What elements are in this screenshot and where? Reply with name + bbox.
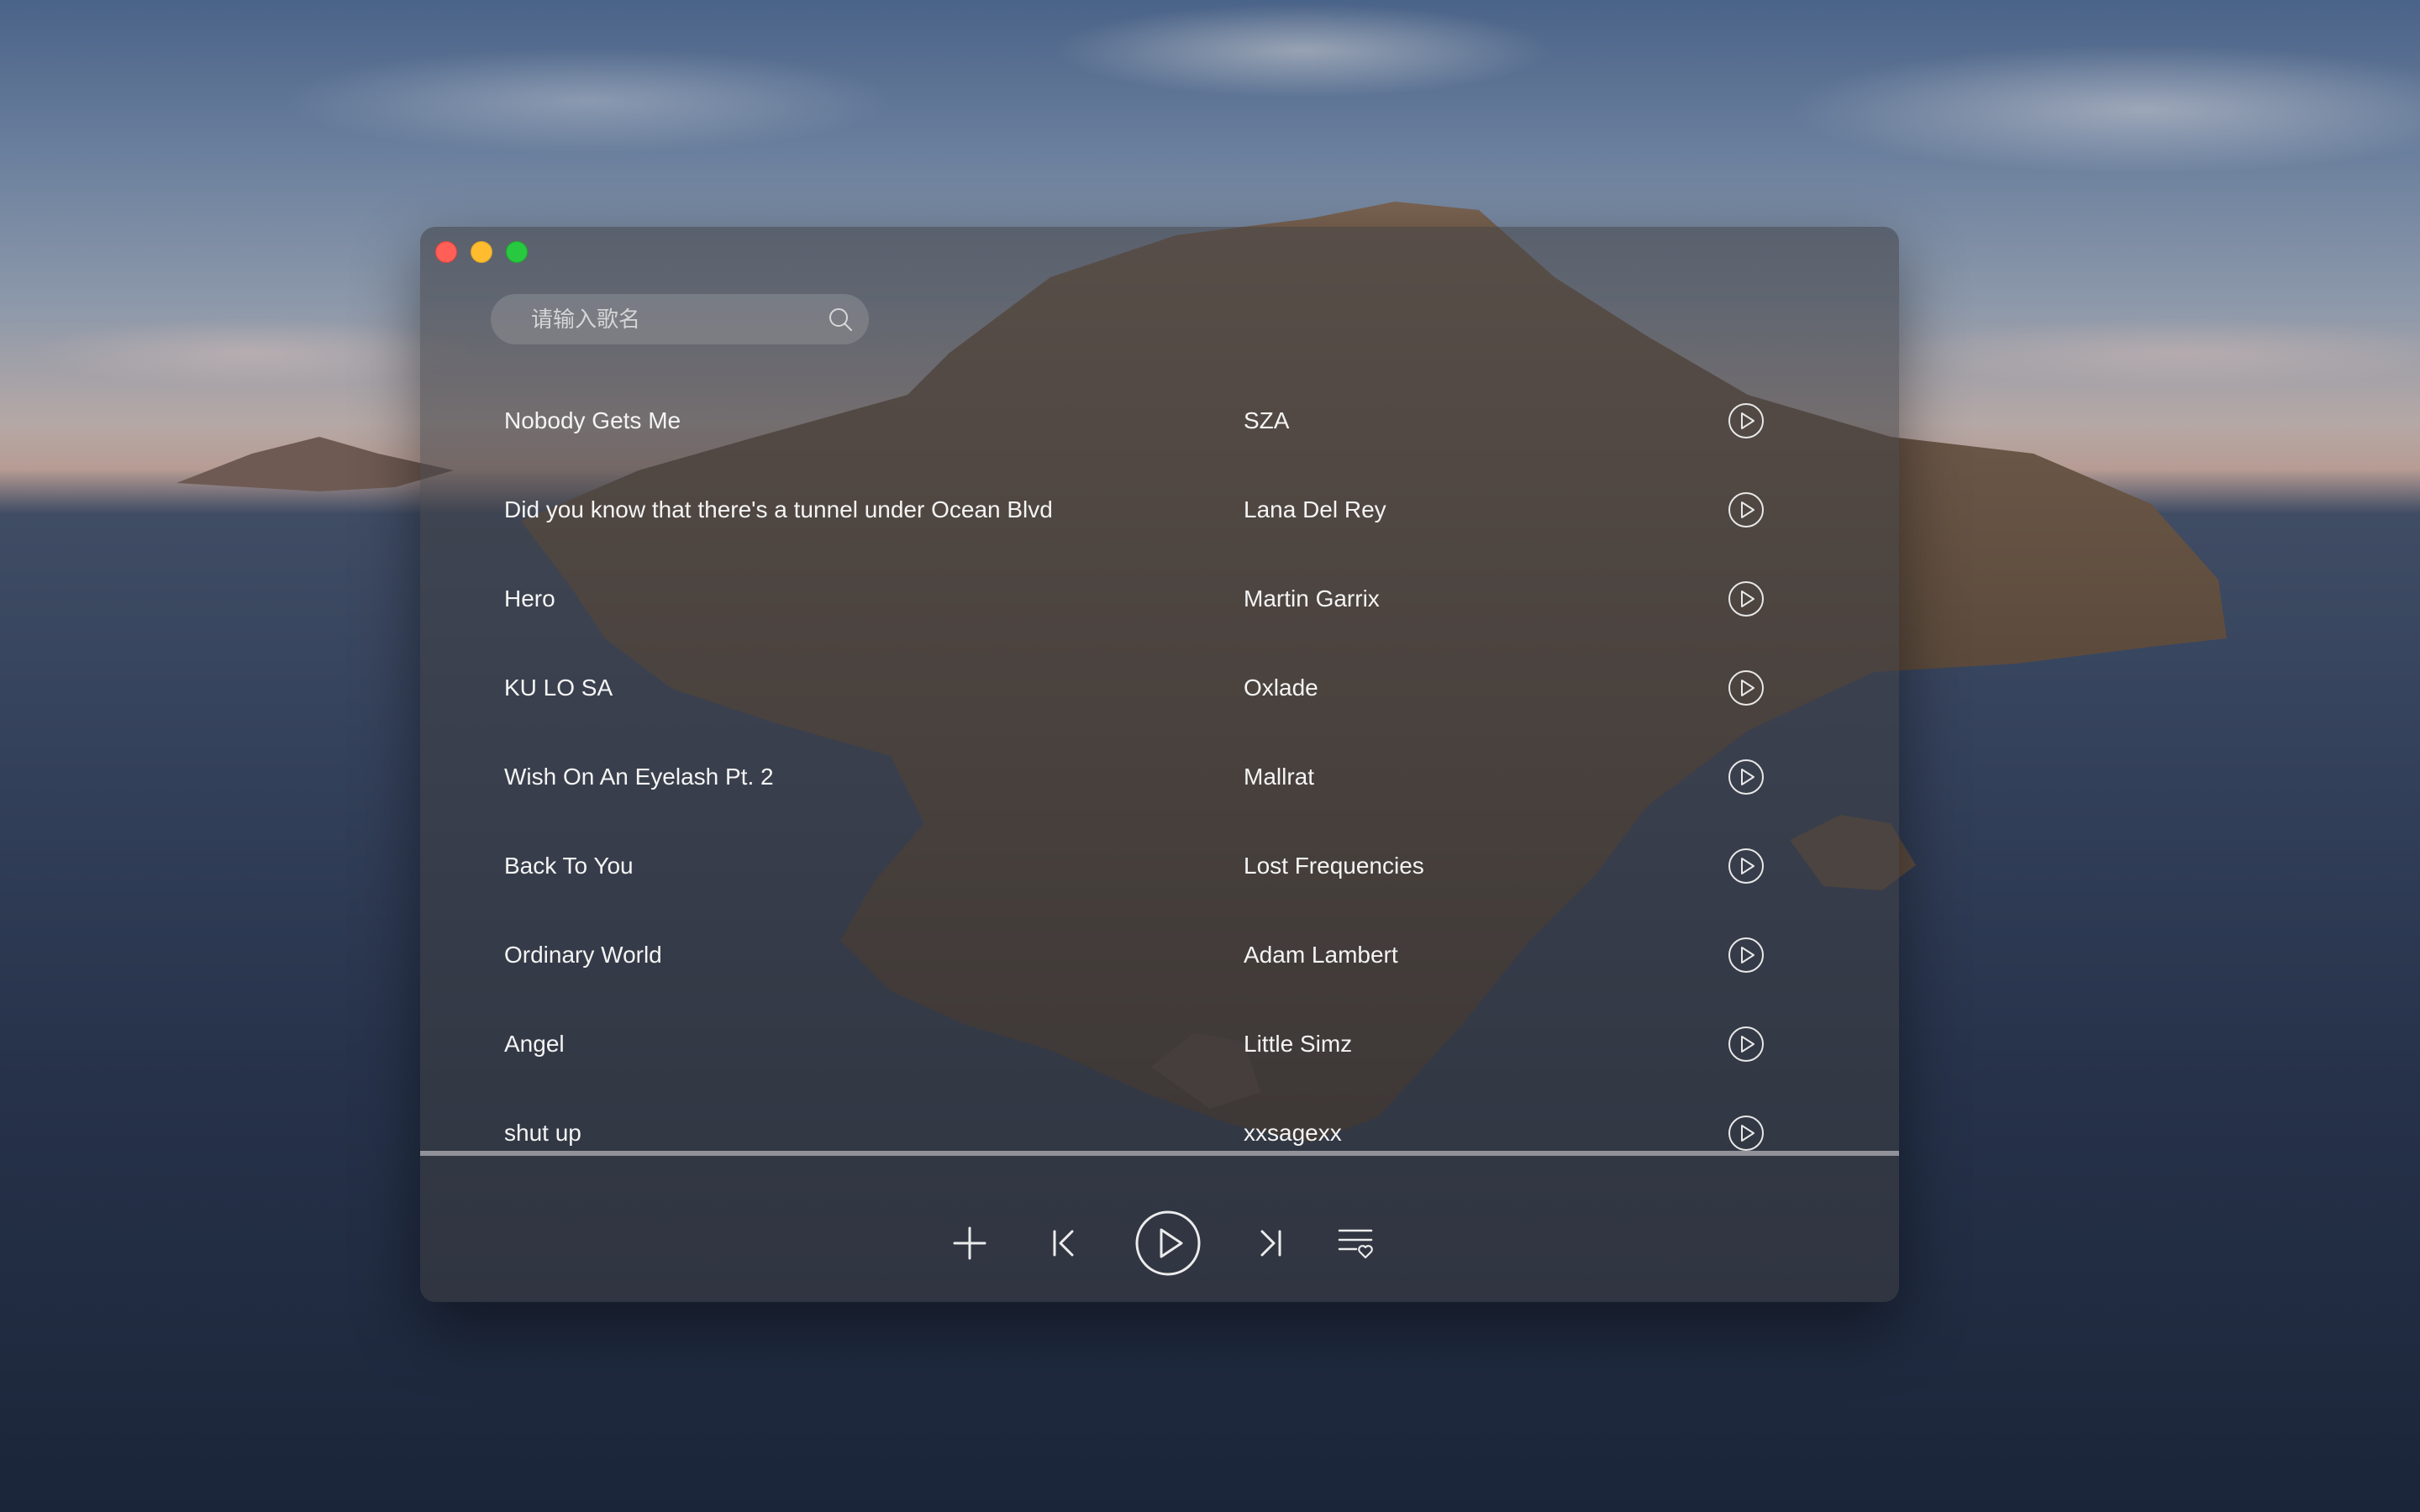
song-title: Ordinary World (504, 942, 662, 968)
song-title: Did you know that there's a tunnel under… (504, 496, 1053, 522)
previous-icon[interactable] (1049, 1228, 1079, 1258)
song-artist: Lost Frequencies (1244, 853, 1424, 879)
search-input[interactable] (529, 294, 810, 346)
list-divider (420, 1151, 1899, 1156)
next-icon[interactable] (1255, 1228, 1286, 1258)
list-item[interactable]: shut up xxsagexx (420, 1089, 1899, 1178)
song-artist: Little Simz (1244, 1031, 1353, 1057)
song-artist: Mallrat (1244, 764, 1315, 790)
song-artist: Lana Del Rey (1244, 496, 1386, 522)
list-item[interactable]: Angel Little Simz (420, 1000, 1899, 1089)
song-list: Nobody Gets Me SZA Did you know that the… (420, 376, 1899, 1216)
play-icon[interactable] (1134, 1210, 1202, 1277)
list-item[interactable]: Ordinary World Adam Lambert (420, 911, 1899, 1000)
list-item[interactable]: Back To You Lost Frequencies (420, 822, 1899, 911)
playlist-favorite-icon[interactable] (1338, 1226, 1375, 1260)
play-circle-icon[interactable] (1728, 937, 1765, 974)
list-item[interactable]: Hero Martin Garrix (420, 554, 1899, 643)
song-title: KU LO SA (504, 675, 613, 701)
search-bar (491, 294, 869, 346)
song-artist: Martin Garrix (1244, 585, 1380, 612)
play-circle-icon[interactable] (1728, 669, 1765, 706)
play-circle-icon[interactable] (1728, 1026, 1765, 1063)
song-title: Wish On An Eyelash Pt. 2 (504, 764, 774, 790)
play-circle-icon[interactable] (1728, 1115, 1765, 1152)
song-title: Back To You (504, 853, 634, 879)
search-icon[interactable] (827, 306, 854, 333)
minimize-button[interactable] (471, 241, 492, 263)
list-item[interactable]: Did you know that there's a tunnel under… (420, 465, 1899, 554)
song-title: Nobody Gets Me (504, 407, 681, 433)
play-circle-icon[interactable] (1728, 759, 1765, 795)
window-controls (435, 241, 528, 263)
song-artist: SZA (1244, 407, 1290, 433)
play-circle-icon[interactable] (1728, 491, 1765, 528)
song-title: shut up (504, 1120, 581, 1146)
song-title: Hero (504, 585, 555, 612)
play-circle-icon[interactable] (1728, 402, 1765, 439)
zoom-button[interactable] (506, 241, 528, 263)
song-artist: Adam Lambert (1244, 942, 1398, 968)
play-circle-icon[interactable] (1728, 848, 1765, 885)
add-icon[interactable] (951, 1225, 988, 1262)
desktop-wallpaper: Nobody Gets Me SZA Did you know that the… (0, 0, 2420, 1512)
song-artist: xxsagexx (1244, 1120, 1342, 1146)
close-button[interactable] (435, 241, 457, 263)
song-title: Angel (504, 1031, 565, 1057)
playback-controls (420, 1201, 1899, 1285)
play-circle-icon[interactable] (1728, 580, 1765, 617)
music-player-window: Nobody Gets Me SZA Did you know that the… (420, 227, 1899, 1302)
list-item[interactable]: KU LO SA Oxlade (420, 643, 1899, 732)
list-item[interactable]: Wish On An Eyelash Pt. 2 Mallrat (420, 732, 1899, 822)
song-artist: Oxlade (1244, 675, 1318, 701)
list-item[interactable]: Nobody Gets Me SZA (420, 376, 1899, 465)
